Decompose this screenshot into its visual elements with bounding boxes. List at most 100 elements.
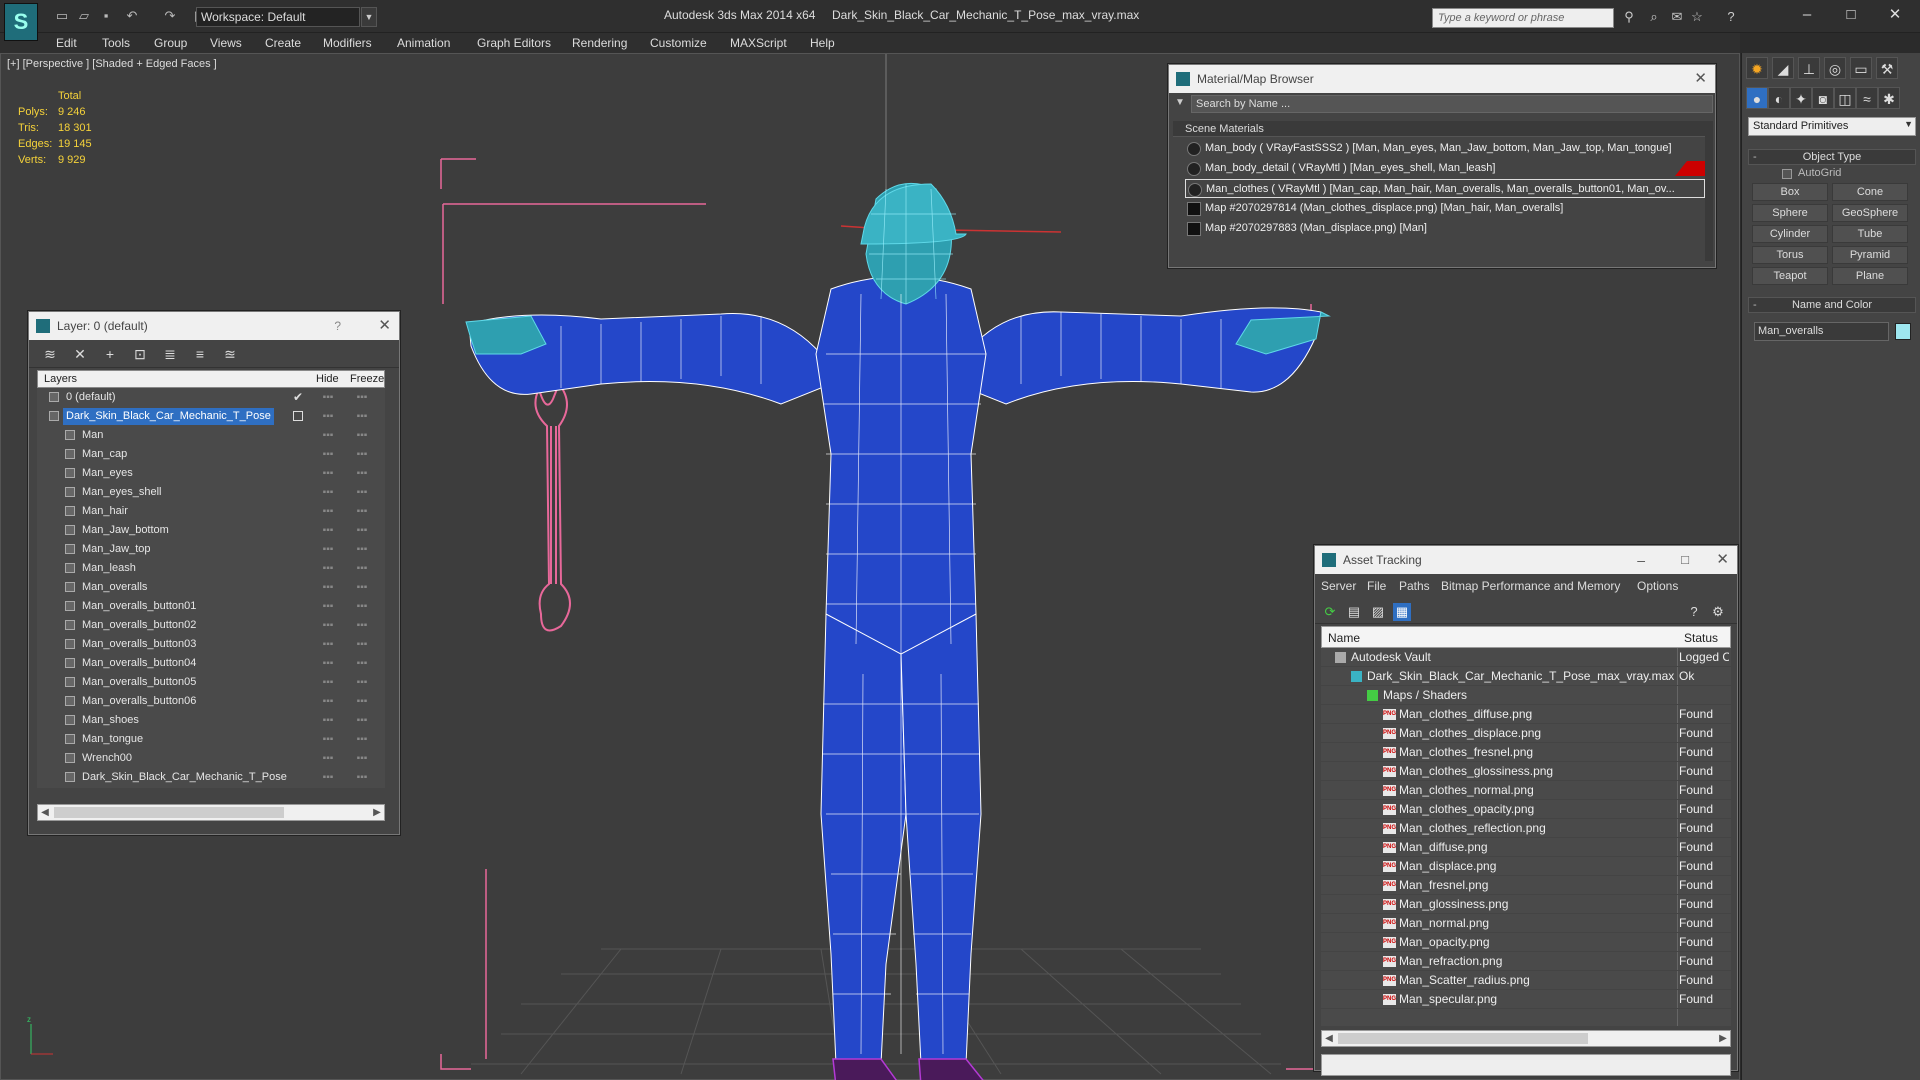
layer-row[interactable]: Man_overalls ▪▪▪ ▪▪▪ bbox=[37, 578, 385, 597]
asset-tracking-titlebar[interactable]: Asset Tracking – □ ✕ bbox=[1315, 546, 1737, 574]
options-chevron-icon[interactable]: ▼ bbox=[1175, 97, 1185, 108]
asset-row[interactable]: PNG Man_diffuse.png Found bbox=[1321, 838, 1731, 857]
cameras-icon[interactable]: ◙ bbox=[1812, 87, 1834, 109]
keyword-search-input[interactable]: Type a keyword or phrase bbox=[1432, 8, 1614, 28]
open-file-icon[interactable]: ▱ bbox=[74, 7, 94, 25]
create-tab-icon[interactable]: ✹ bbox=[1746, 57, 1768, 79]
hide-toggle[interactable]: ▪▪▪ bbox=[321, 407, 335, 426]
asset-row[interactable]: Autodesk Vault Logged Out bbox=[1321, 648, 1731, 667]
hide-toggle[interactable]: ▪▪▪ bbox=[321, 768, 335, 787]
modify-tab-icon[interactable]: ◢ bbox=[1772, 57, 1794, 79]
primitive-button-tube[interactable]: Tube bbox=[1832, 225, 1908, 243]
menu-maxscript[interactable]: MAXScript bbox=[730, 33, 787, 53]
scroll-right-icon[interactable]: ▶ bbox=[1716, 1031, 1730, 1046]
scene-materials-section[interactable]: Scene Materials bbox=[1173, 121, 1708, 137]
hide-toggle[interactable]: ▪▪▪ bbox=[321, 388, 335, 407]
freeze-toggle[interactable]: ▪▪▪ bbox=[355, 483, 369, 502]
asset-menu-file[interactable]: File bbox=[1367, 579, 1386, 593]
freeze-toggle[interactable]: ▪▪▪ bbox=[355, 540, 369, 559]
delete-layer-icon[interactable]: ✕ bbox=[71, 345, 89, 363]
column-status[interactable]: Status bbox=[1684, 631, 1718, 645]
menu-edit[interactable]: Edit bbox=[56, 33, 77, 53]
freeze-toggle[interactable]: ▪▪▪ bbox=[355, 388, 369, 407]
primitive-button-box[interactable]: Box bbox=[1752, 183, 1828, 201]
hide-toggle[interactable]: ▪▪▪ bbox=[321, 730, 335, 749]
primitive-button-cylinder[interactable]: Cylinder bbox=[1752, 225, 1828, 243]
utilities-tab-icon[interactable]: ⚒ bbox=[1876, 57, 1898, 79]
layer-row[interactable]: Man_leash ▪▪▪ ▪▪▪ bbox=[37, 559, 385, 578]
menu-create[interactable]: Create bbox=[265, 33, 301, 53]
hierarchy-tab-icon[interactable]: ⊥ bbox=[1798, 57, 1820, 79]
close-icon[interactable]: ✕ bbox=[1694, 65, 1707, 93]
freeze-toggle[interactable]: ▪▪▪ bbox=[355, 464, 369, 483]
material-search-input[interactable]: Search by Name ... bbox=[1191, 95, 1713, 113]
freeze-all-icon[interactable]: ≊ bbox=[221, 345, 239, 363]
freeze-toggle[interactable]: ▪▪▪ bbox=[355, 559, 369, 578]
layer-row[interactable]: Dark_Skin_Black_Car_Mechanic_T_Pose ▪▪▪ ▪▪… bbox=[37, 768, 385, 787]
layer-row[interactable]: Wrench00 ▪▪▪ ▪▪▪ bbox=[37, 749, 385, 768]
material-browser-titlebar[interactable]: Material/Map Browser ✕ bbox=[1169, 65, 1715, 93]
hide-toggle[interactable]: ▪▪▪ bbox=[321, 521, 335, 540]
menu-customize[interactable]: Customize bbox=[650, 33, 707, 53]
binoculars-icon[interactable]: ⚲ bbox=[1620, 9, 1638, 25]
hide-toggle[interactable]: ▪▪▪ bbox=[321, 711, 335, 730]
layer-row[interactable]: Man_cap ▪▪▪ ▪▪▪ bbox=[37, 445, 385, 464]
asset-menu-paths[interactable]: Paths bbox=[1399, 579, 1430, 593]
layer-row[interactable]: Man ▪▪▪ ▪▪▪ bbox=[37, 426, 385, 445]
menu-graph-editors[interactable]: Graph Editors bbox=[477, 33, 551, 53]
communication-icon[interactable]: ✉ bbox=[1668, 9, 1686, 25]
material-row[interactable]: Man_body_detail ( VRayMtl ) [Man_eyes_sh… bbox=[1185, 159, 1705, 178]
hide-toggle[interactable]: ▪▪▪ bbox=[321, 578, 335, 597]
freeze-toggle[interactable]: ▪▪▪ bbox=[355, 768, 369, 787]
menu-rendering[interactable]: Rendering bbox=[572, 33, 627, 53]
hide-toggle[interactable]: ▪▪▪ bbox=[321, 426, 335, 445]
layers-icon[interactable]: ≋ bbox=[41, 345, 59, 363]
menu-modifiers[interactable]: Modifiers bbox=[323, 33, 372, 53]
asset-row[interactable]: PNG Man_clothes_fresnel.png Found bbox=[1321, 743, 1731, 762]
layer-row[interactable]: Dark_Skin_Black_Car_Mechanic_T_Pose ▪▪▪ ▪▪… bbox=[37, 407, 385, 426]
hide-toggle[interactable]: ▪▪▪ bbox=[321, 540, 335, 559]
asset-row[interactable]: PNG Man_clothes_normal.png Found bbox=[1321, 781, 1731, 800]
asset-row[interactable]: Dark_Skin_Black_Car_Mechanic_T_Pose_max_… bbox=[1321, 667, 1731, 686]
column-name[interactable]: Name bbox=[1328, 631, 1360, 645]
hide-toggle[interactable]: ▪▪▪ bbox=[321, 445, 335, 464]
freeze-toggle[interactable]: ▪▪▪ bbox=[355, 407, 369, 426]
hide-toggle[interactable]: ▪▪▪ bbox=[321, 749, 335, 768]
layer-row[interactable]: Man_hair ▪▪▪ ▪▪▪ bbox=[37, 502, 385, 521]
menu-views[interactable]: Views bbox=[210, 33, 242, 53]
material-row[interactable]: Man_body ( VRayFastSSS2 ) [Man, Man_eyes… bbox=[1185, 139, 1705, 158]
helpers-icon[interactable]: ◫ bbox=[1834, 87, 1856, 109]
menu-help[interactable]: Help bbox=[810, 33, 835, 53]
asset-horizontal-scrollbar[interactable]: ◀ ▶ bbox=[1321, 1030, 1731, 1047]
list-view-icon[interactable]: ▤ bbox=[1345, 603, 1363, 621]
help-icon[interactable]: ? bbox=[1722, 9, 1740, 25]
redo-icon[interactable]: ↷ bbox=[160, 7, 180, 25]
save-file-icon[interactable]: ▪ bbox=[96, 7, 116, 25]
asset-row[interactable]: Maps / Shaders bbox=[1321, 686, 1731, 705]
layer-row[interactable]: Man_overalls_button06 ▪▪▪ ▪▪▪ bbox=[37, 692, 385, 711]
map-row[interactable]: Map #2070297814 (Man_clothes_displace.pn… bbox=[1185, 199, 1705, 218]
maximize-icon[interactable]: □ bbox=[1836, 4, 1866, 26]
map-row[interactable]: Map #2070297883 (Man_displace.png) [Man] bbox=[1185, 219, 1705, 238]
hide-toggle[interactable]: ▪▪▪ bbox=[321, 502, 335, 521]
scroll-left-icon[interactable]: ◀ bbox=[1322, 1031, 1336, 1046]
new-file-icon[interactable]: ▭ bbox=[52, 7, 72, 25]
asset-menu-options[interactable]: Options bbox=[1637, 579, 1678, 593]
asset-row[interactable]: PNG Man_clothes_glossiness.png Found bbox=[1321, 762, 1731, 781]
freeze-toggle[interactable]: ▪▪▪ bbox=[355, 730, 369, 749]
layer-row[interactable]: Man_overalls_button02 ▪▪▪ ▪▪▪ bbox=[37, 616, 385, 635]
hide-toggle[interactable]: ▪▪▪ bbox=[321, 673, 335, 692]
freeze-toggle[interactable]: ▪▪▪ bbox=[355, 445, 369, 464]
hide-toggle[interactable]: ▪▪▪ bbox=[321, 616, 335, 635]
column-layers[interactable]: Layers bbox=[44, 373, 77, 385]
minimize-icon[interactable]: – bbox=[1792, 4, 1822, 26]
name-and-color-rollout[interactable]: - Name and Color bbox=[1748, 297, 1916, 313]
add-layer-icon[interactable]: + bbox=[101, 345, 119, 363]
freeze-toggle[interactable]: ▪▪▪ bbox=[355, 749, 369, 768]
make-active-layer-icon[interactable] bbox=[293, 411, 303, 421]
freeze-toggle[interactable]: ▪▪▪ bbox=[355, 711, 369, 730]
hide-toggle[interactable]: ▪▪▪ bbox=[321, 597, 335, 616]
viewport-label[interactable]: [+] [Perspective ] [Shaded + Edged Faces… bbox=[7, 58, 217, 70]
hide-toggle[interactable]: ▪▪▪ bbox=[321, 464, 335, 483]
layer-panel-titlebar[interactable]: Layer: 0 (default) ? ✕ bbox=[29, 312, 399, 340]
